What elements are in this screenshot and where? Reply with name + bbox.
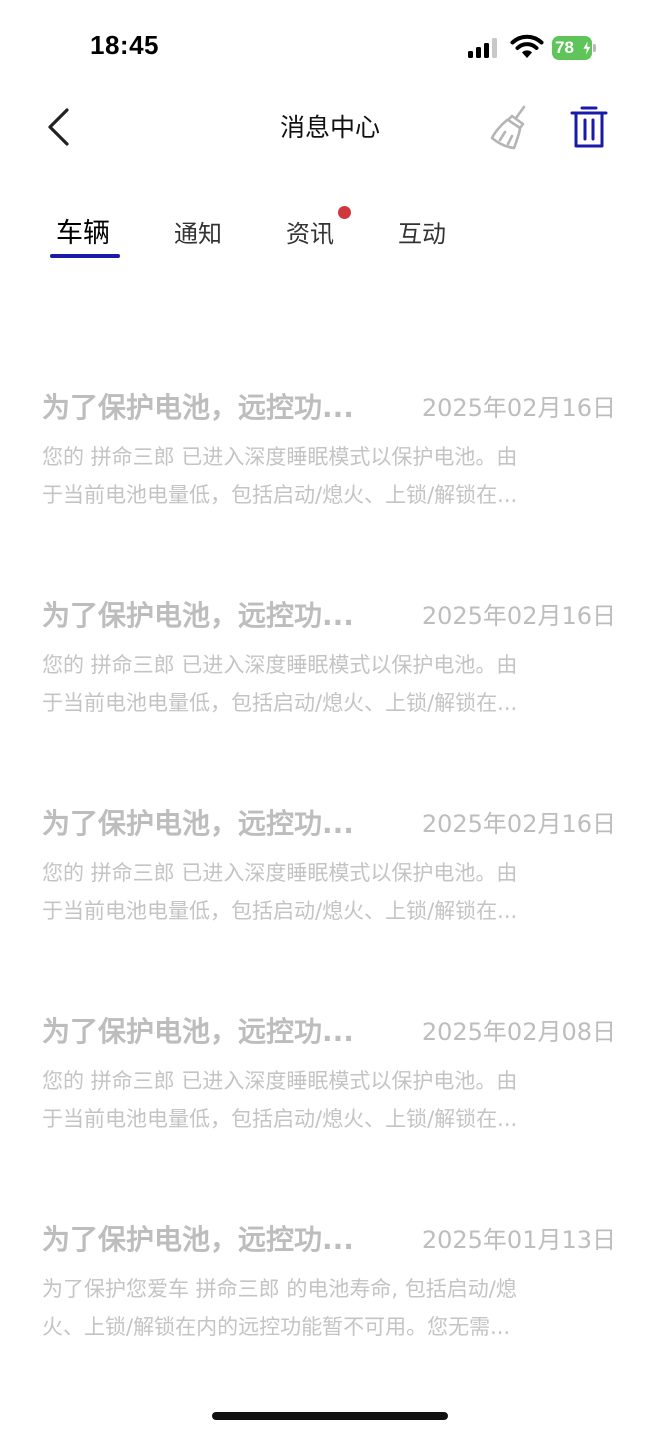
tab-news[interactable]: 资讯 — [286, 214, 334, 249]
message-preview-line: 您的 拼命三郎 已进入深度睡眠模式以保护电池。由 — [42, 861, 518, 885]
cellular-signal-icon — [468, 38, 497, 58]
battery-cap — [593, 44, 596, 52]
clear-all-button[interactable] — [488, 102, 538, 152]
message-title: 为了保护电池，远控功... — [42, 1015, 354, 1048]
message-preview: 为了保护您爱车 拼命三郎 的电池寿命, 包括启动/熄 火、上锁/解锁在内的远控功… — [42, 1270, 616, 1346]
delete-button[interactable] — [568, 102, 610, 152]
wifi-icon — [510, 34, 544, 58]
message-date: 2025年02月08日 — [421, 1018, 616, 1046]
tab-interaction[interactable]: 互动 — [398, 214, 446, 249]
active-tab-indicator — [50, 254, 120, 258]
message-preview-line: 火、上锁/解锁在内的远控功能暂不可用。您无需... — [42, 1315, 511, 1339]
message-date: 2025年01月13日 — [421, 1226, 616, 1254]
message-preview-line: 于当前电池电量低，包括启动/熄火、上锁/解锁在... — [42, 1107, 518, 1131]
tab-notifications[interactable]: 通知 — [174, 214, 222, 249]
message-preview: 您的 拼命三郎 已进入深度睡眠模式以保护电池。由 于当前电池电量低，包括启动/熄… — [42, 1062, 616, 1138]
message-item[interactable]: 为了保护电池，远控功... 2025年02月16日 您的 拼命三郎 已进入深度睡… — [0, 580, 660, 740]
navigation-header: 消息中心 — [0, 96, 660, 160]
message-date: 2025年02月16日 — [421, 602, 616, 630]
unread-badge — [338, 206, 351, 219]
message-preview: 您的 拼命三郎 已进入深度睡眠模式以保护电池。由 于当前电池电量低，包括启动/熄… — [42, 438, 616, 514]
category-tabs: 车辆 通知 资讯 互动 — [0, 200, 660, 270]
broom-icon — [490, 105, 526, 150]
message-preview-line: 为了保护您爱车 拼命三郎 的电池寿命, 包括启动/熄 — [42, 1277, 517, 1301]
battery-indicator: 78 — [552, 36, 598, 60]
message-preview-line: 您的 拼命三郎 已进入深度睡眠模式以保护电池。由 — [42, 653, 518, 677]
message-preview-line: 于当前电池电量低，包括启动/熄火、上锁/解锁在... — [42, 899, 518, 923]
status-time: 18:45 — [90, 30, 159, 60]
message-title: 为了保护电池，远控功... — [42, 807, 354, 840]
message-title: 为了保护电池，远控功... — [42, 391, 354, 424]
message-preview-line: 于当前电池电量低，包括启动/熄火、上锁/解锁在... — [42, 691, 518, 715]
tab-vehicle[interactable]: 车辆 — [56, 211, 110, 250]
home-indicator[interactable] — [212, 1412, 448, 1420]
trash-icon — [570, 106, 608, 148]
message-item[interactable]: 为了保护电池，远控功... 2025年02月16日 您的 拼命三郎 已进入深度睡… — [0, 372, 660, 532]
message-preview-line: 您的 拼命三郎 已进入深度睡眠模式以保护电池。由 — [42, 1069, 518, 1093]
message-preview-line: 您的 拼命三郎 已进入深度睡眠模式以保护电池。由 — [42, 445, 518, 469]
message-date: 2025年02月16日 — [421, 394, 616, 422]
message-item[interactable]: 为了保护电池，远控功... 2025年02月08日 您的 拼命三郎 已进入深度睡… — [0, 996, 660, 1156]
message-item[interactable]: 为了保护电池，远控功... 2025年02月16日 您的 拼命三郎 已进入深度睡… — [0, 788, 660, 948]
page-title: 消息中心 — [279, 113, 380, 142]
message-item[interactable]: 为了保护电池，远控功... 2025年01月13日 为了保护您爱车 拼命三郎 的… — [0, 1204, 660, 1364]
message-preview: 您的 拼命三郎 已进入深度睡眠模式以保护电池。由 于当前电池电量低，包括启动/熄… — [42, 646, 616, 722]
message-preview: 您的 拼命三郎 已进入深度睡眠模式以保护电池。由 于当前电池电量低，包括启动/熄… — [42, 854, 616, 930]
message-preview-line: 于当前电池电量低，包括启动/熄火、上锁/解锁在... — [42, 483, 518, 507]
status-bar: 18:45 78 — [0, 0, 660, 96]
message-date: 2025年02月16日 — [421, 810, 616, 838]
message-title: 为了保护电池，远控功... — [42, 599, 354, 632]
message-title: 为了保护电池，远控功... — [42, 1223, 354, 1256]
charging-bolt-icon — [582, 40, 592, 56]
